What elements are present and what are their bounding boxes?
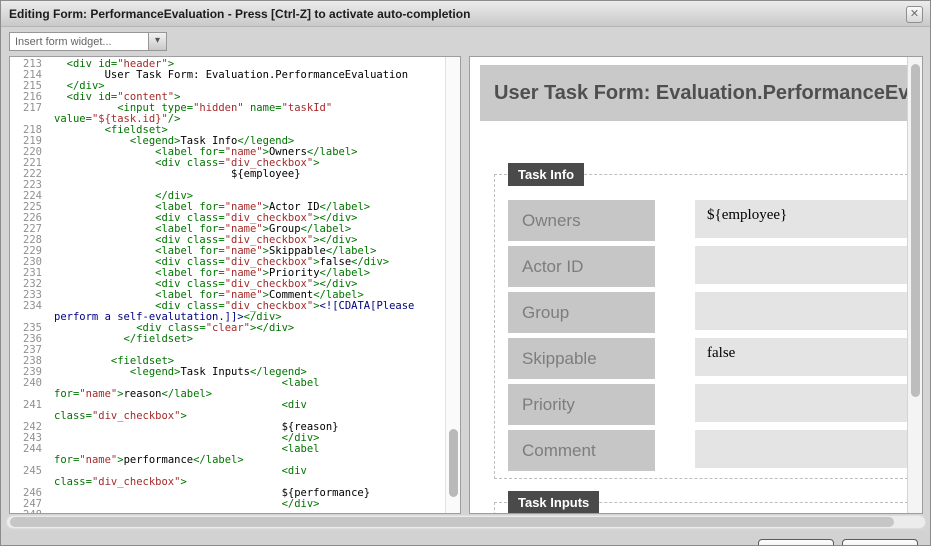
code-text: </fieldset> [42,333,193,345]
task-inputs-fieldset: Task Inputs [494,502,918,514]
form-row: Owners ${employee} [508,200,911,241]
preview-vertical-scrollbar[interactable] [907,57,922,513]
close-button[interactable]: ✕ [906,6,923,23]
form-row: Actor ID [508,246,911,287]
line-number: 240 [10,378,42,389]
title-bar: Editing Form: PerformanceEvaluation - Pr… [1,1,930,27]
task-inputs-legend: Task Inputs [508,491,599,514]
code-editor[interactable]: 213 <div id="header">214 User Task Form:… [9,56,461,514]
field-value: ${employee} [695,200,911,238]
field-label: Priority [508,384,655,425]
horizontal-scrollbar-thumb[interactable] [10,517,894,527]
horizontal-scrollbar[interactable] [6,515,926,529]
code-row: 222 ${employee} [10,169,444,180]
code-row: 247 </div> [10,499,444,510]
close-icon: ✕ [910,8,919,20]
line-number: 234 [10,301,42,312]
editor-scrollbar-thumb[interactable] [449,429,458,497]
code-text: </div> [42,498,320,510]
field-value [695,246,911,284]
field-label: Comment [508,430,655,471]
field-value [695,384,911,422]
preview-scrollbar-thumb[interactable] [911,64,920,397]
field-label: Group [508,292,655,333]
task-info-rows: Owners ${employee} Actor ID Group Skippable f… [508,200,911,476]
field-value [695,430,911,468]
line-number: 245 [10,466,42,477]
field-label: Skippable [508,338,655,379]
field-value [695,292,911,330]
code-row: 248 [10,510,444,513]
form-row: Priority [508,384,911,425]
line-number: 248 [10,510,42,513]
form-editor-dialog: Editing Form: PerformanceEvaluation - Pr… [0,0,931,546]
code-text [42,509,54,513]
form-row: Skippable false [508,338,911,379]
field-label: Actor ID [508,246,655,287]
dialog-footer [1,531,930,546]
form-row: Comment [508,430,911,471]
editor-vertical-scrollbar[interactable] [445,57,460,513]
code-text: ${employee} [42,168,301,180]
task-info-legend: Task Info [508,163,584,186]
field-label: Owners [508,200,655,241]
task-info-fieldset: Task Info Owners${employee}Actor IDGroup… [494,174,918,479]
toolbar: Insert form widget... ▾ [1,28,930,54]
chevron-down-icon: ▾ [148,33,166,50]
line-number: 217 [10,103,42,114]
line-number: 241 [10,400,42,411]
code-rows: 213 <div id="header">214 User Task Form:… [10,59,444,513]
footer-button-right[interactable] [842,539,918,546]
footer-button-left[interactable] [758,539,834,546]
window-title: Editing Form: PerformanceEvaluation - Pr… [9,7,470,21]
form-header: User Task Form: Evaluation.PerformanceEv… [480,65,908,121]
form-preview-pane: User Task Form: Evaluation.PerformanceEv… [469,56,923,514]
code-row: 236 </fieldset> [10,334,444,345]
form-row: Group [508,292,911,333]
field-value: false [695,338,911,376]
insert-widget-select[interactable]: Insert form widget... ▾ [9,32,167,51]
insert-widget-select-value: Insert form widget... [10,36,148,48]
line-number: 244 [10,444,42,455]
